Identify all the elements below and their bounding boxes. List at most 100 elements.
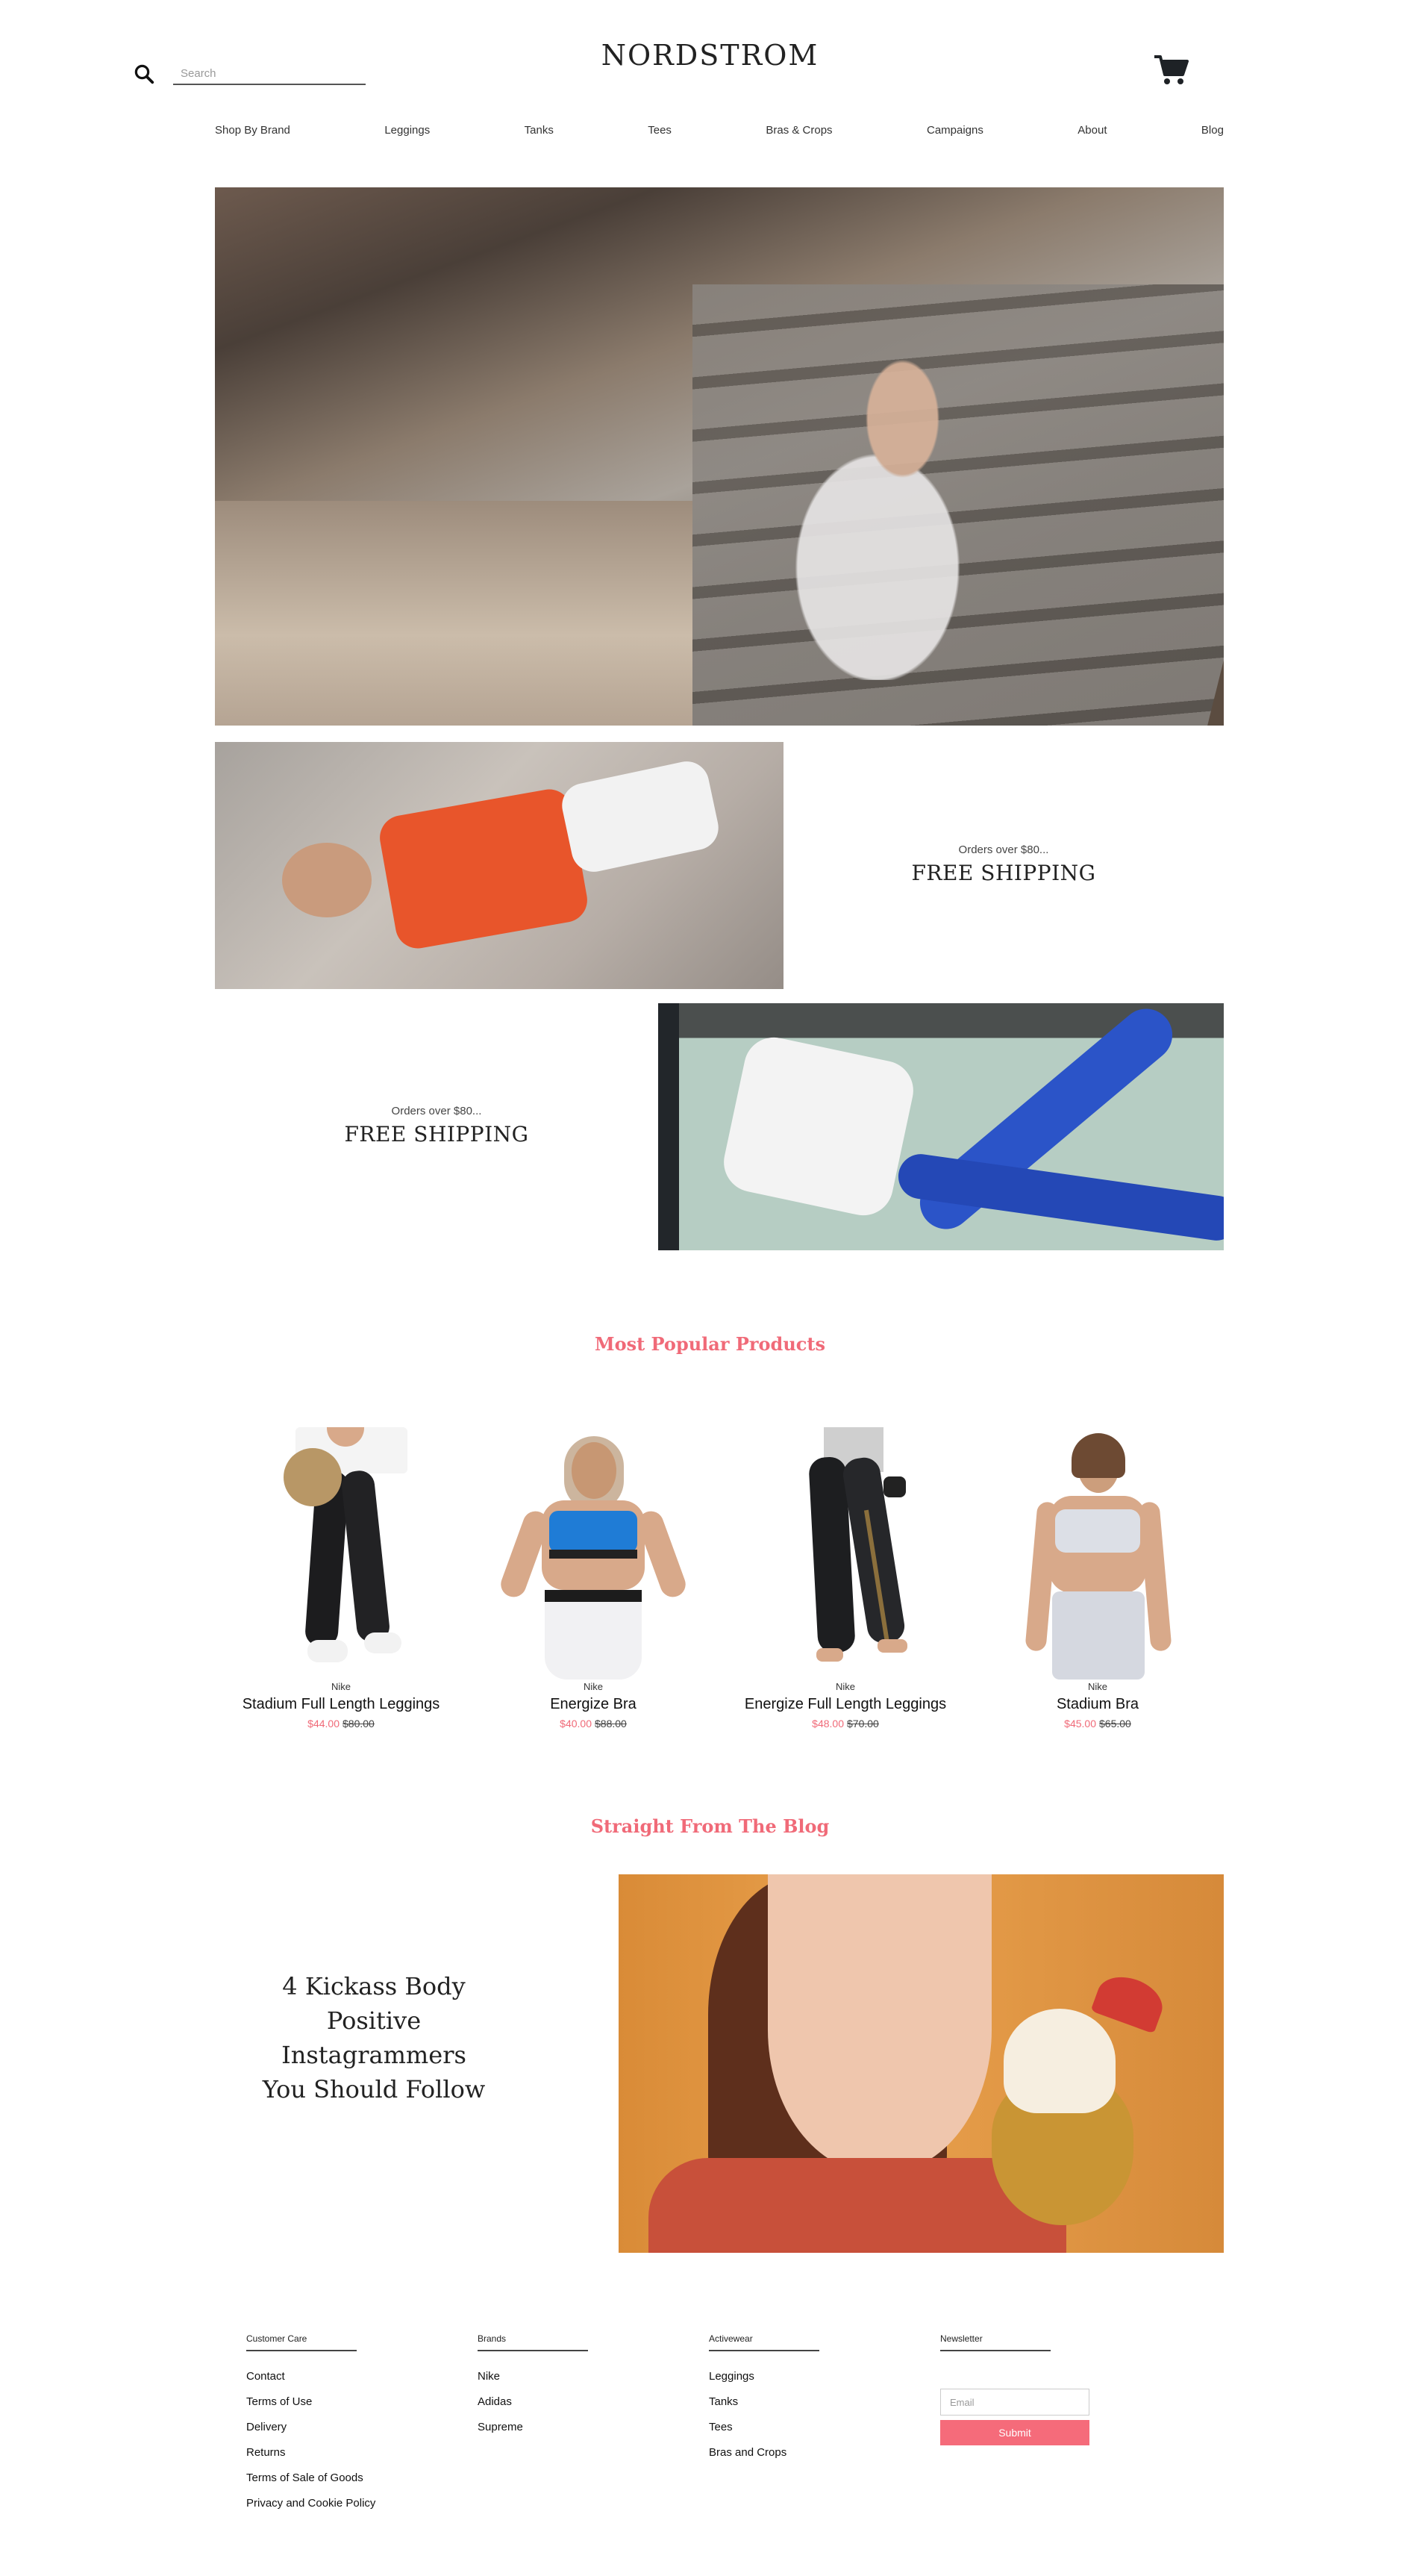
product-name[interactable]: Energize Full Length Leggings (745, 1696, 946, 1713)
promo-1-subtitle: Orders over $80... (958, 843, 1049, 856)
nav-shop-by-brand[interactable]: Shop By Brand (215, 124, 290, 137)
promo-2-title: FREE SHIPPING (344, 1122, 529, 1147)
footer-customer-care: Customer Care Contact Terms of Use Deliv… (246, 2332, 478, 2522)
footer-link-delivery[interactable]: Delivery (246, 2420, 478, 2445)
blog-post-title[interactable]: 4 Kickass Body Positive Instagrammers Yo… (215, 1969, 533, 2106)
newsletter-email-input[interactable] (940, 2389, 1089, 2416)
product-price: $45.00 $65.00 (1064, 1718, 1131, 1730)
footer-link-nike[interactable]: Nike (478, 2369, 709, 2395)
footer-links: Leggings Tanks Tees Bras and Crops (709, 2369, 940, 2471)
blog-photo-umbrella (1090, 1968, 1169, 2034)
promo-image-2[interactable] (658, 1003, 1224, 1250)
product-brand: Nike (835, 1681, 855, 1692)
footer-link-tees[interactable]: Tees (709, 2420, 940, 2445)
product-brand: Nike (583, 1681, 603, 1692)
promo-banner-2[interactable]: Orders over $80... FREE SHIPPING (215, 1105, 658, 1147)
main-nav: Shop By Brand Leggings Tanks Tees Bras &… (215, 124, 1224, 137)
product-card[interactable]: Nike Energize Bra $40.00 $88.00 (467, 1427, 719, 1730)
promo-banner-1[interactable]: Orders over $80... FREE SHIPPING (783, 843, 1224, 885)
product-image[interactable] (215, 1427, 467, 1680)
footer-link-privacy[interactable]: Privacy and Cookie Policy (246, 2496, 478, 2522)
nav-tees[interactable]: Tees (648, 124, 672, 137)
product-figure (549, 1550, 637, 1559)
original-price: $70.00 (847, 1718, 879, 1730)
popular-products-title: Most Popular Products (595, 1333, 825, 1355)
footer-link-terms-of-sale[interactable]: Terms of Sale of Goods (246, 2471, 478, 2496)
newsletter-submit-button[interactable]: Submit (940, 2420, 1089, 2445)
nav-campaigns[interactable]: Campaigns (927, 124, 983, 137)
footer-links: Nike Adidas Supreme (478, 2369, 709, 2445)
product-card[interactable]: Nike Stadium Full Length Leggings $44.00… (215, 1427, 467, 1730)
footer-link-bras-crops[interactable]: Bras and Crops (709, 2445, 940, 2471)
promo-2-model-tee (718, 1032, 919, 1221)
product-figure (878, 1639, 907, 1653)
promo-1-title: FREE SHIPPING (911, 861, 1096, 885)
product-grid: Nike Stadium Full Length Leggings $44.00… (215, 1427, 1224, 1730)
nav-about[interactable]: About (1077, 124, 1107, 137)
footer-heading: Newsletter (940, 2333, 1051, 2351)
blog-post-title-line: 4 Kickass Body (282, 1972, 466, 2000)
nav-blog[interactable]: Blog (1201, 124, 1224, 137)
product-figure (1072, 1433, 1125, 1478)
footer-heading: Customer Care (246, 2333, 357, 2351)
promo-1-model-skirt (557, 757, 723, 876)
promo-1-model-head (282, 843, 372, 917)
product-name[interactable]: Energize Bra (550, 1696, 637, 1713)
search-input[interactable] (173, 63, 366, 85)
product-name[interactable]: Stadium Bra (1057, 1696, 1139, 1713)
product-figure (364, 1632, 401, 1653)
sale-price: $44.00 (307, 1718, 340, 1730)
sale-price: $48.00 (812, 1718, 844, 1730)
blog-post-title-line: Positive (326, 2006, 422, 2035)
product-image[interactable] (467, 1427, 719, 1680)
footer-link-tanks[interactable]: Tanks (709, 2395, 940, 2420)
sale-price: $45.00 (1064, 1718, 1096, 1730)
hero-image[interactable] (215, 187, 1224, 726)
footer-newsletter: Newsletter Submit (940, 2332, 1172, 2522)
nav-leggings[interactable]: Leggings (384, 124, 430, 137)
product-figure (545, 1590, 642, 1680)
product-figure (1055, 1509, 1140, 1553)
product-price: $40.00 $88.00 (560, 1718, 627, 1730)
product-figure (816, 1648, 843, 1662)
product-card[interactable]: Nike Stadium Bra $45.00 $65.00 (972, 1427, 1224, 1730)
product-image[interactable] (719, 1427, 972, 1680)
product-figure (545, 1590, 642, 1602)
product-price: $44.00 $80.00 (307, 1718, 375, 1730)
product-brand: Nike (1087, 1681, 1107, 1692)
footer-link-terms-of-use[interactable]: Terms of Use (246, 2395, 478, 2420)
product-price: $48.00 $70.00 (812, 1718, 879, 1730)
promo-1-model-top (376, 785, 591, 952)
original-price: $80.00 (343, 1718, 375, 1730)
footer-link-supreme[interactable]: Supreme (478, 2420, 709, 2445)
cart-icon[interactable] (1153, 52, 1189, 87)
product-brand: Nike (331, 1681, 351, 1692)
blog-post-image[interactable] (619, 1874, 1224, 2253)
product-name[interactable]: Stadium Full Length Leggings (243, 1696, 440, 1713)
hero-beach (215, 501, 692, 726)
product-figure (549, 1511, 637, 1553)
footer-link-adidas[interactable]: Adidas (478, 2395, 709, 2420)
product-figure (307, 1640, 348, 1662)
footer-brands: Brands Nike Adidas Supreme (478, 2332, 709, 2522)
promo-2-model-leg (895, 1151, 1224, 1244)
promo-2-subtitle: Orders over $80... (391, 1105, 482, 1117)
product-figure (883, 1476, 906, 1497)
footer-link-leggings[interactable]: Leggings (709, 2369, 940, 2395)
promo-2-post (658, 1003, 679, 1250)
product-figure (284, 1448, 342, 1506)
nav-bras-crops[interactable]: Bras & Crops (766, 124, 832, 137)
footer-heading: Activewear (709, 2333, 819, 2351)
nav-tanks[interactable]: Tanks (525, 124, 554, 137)
promo-image-1[interactable] (215, 742, 783, 989)
blog-post-title-line: You Should Follow (262, 2075, 486, 2103)
search-icon[interactable] (133, 63, 155, 85)
product-image[interactable] (972, 1427, 1224, 1680)
product-card[interactable]: Nike Energize Full Length Leggings $48.0… (719, 1427, 972, 1730)
product-figure (572, 1442, 616, 1499)
footer-link-contact[interactable]: Contact (246, 2369, 478, 2395)
footer-activewear: Activewear Leggings Tanks Tees Bras and … (709, 2332, 940, 2522)
product-figure (1052, 1591, 1145, 1680)
footer-heading: Brands (478, 2333, 588, 2351)
footer-link-returns[interactable]: Returns (246, 2445, 478, 2471)
